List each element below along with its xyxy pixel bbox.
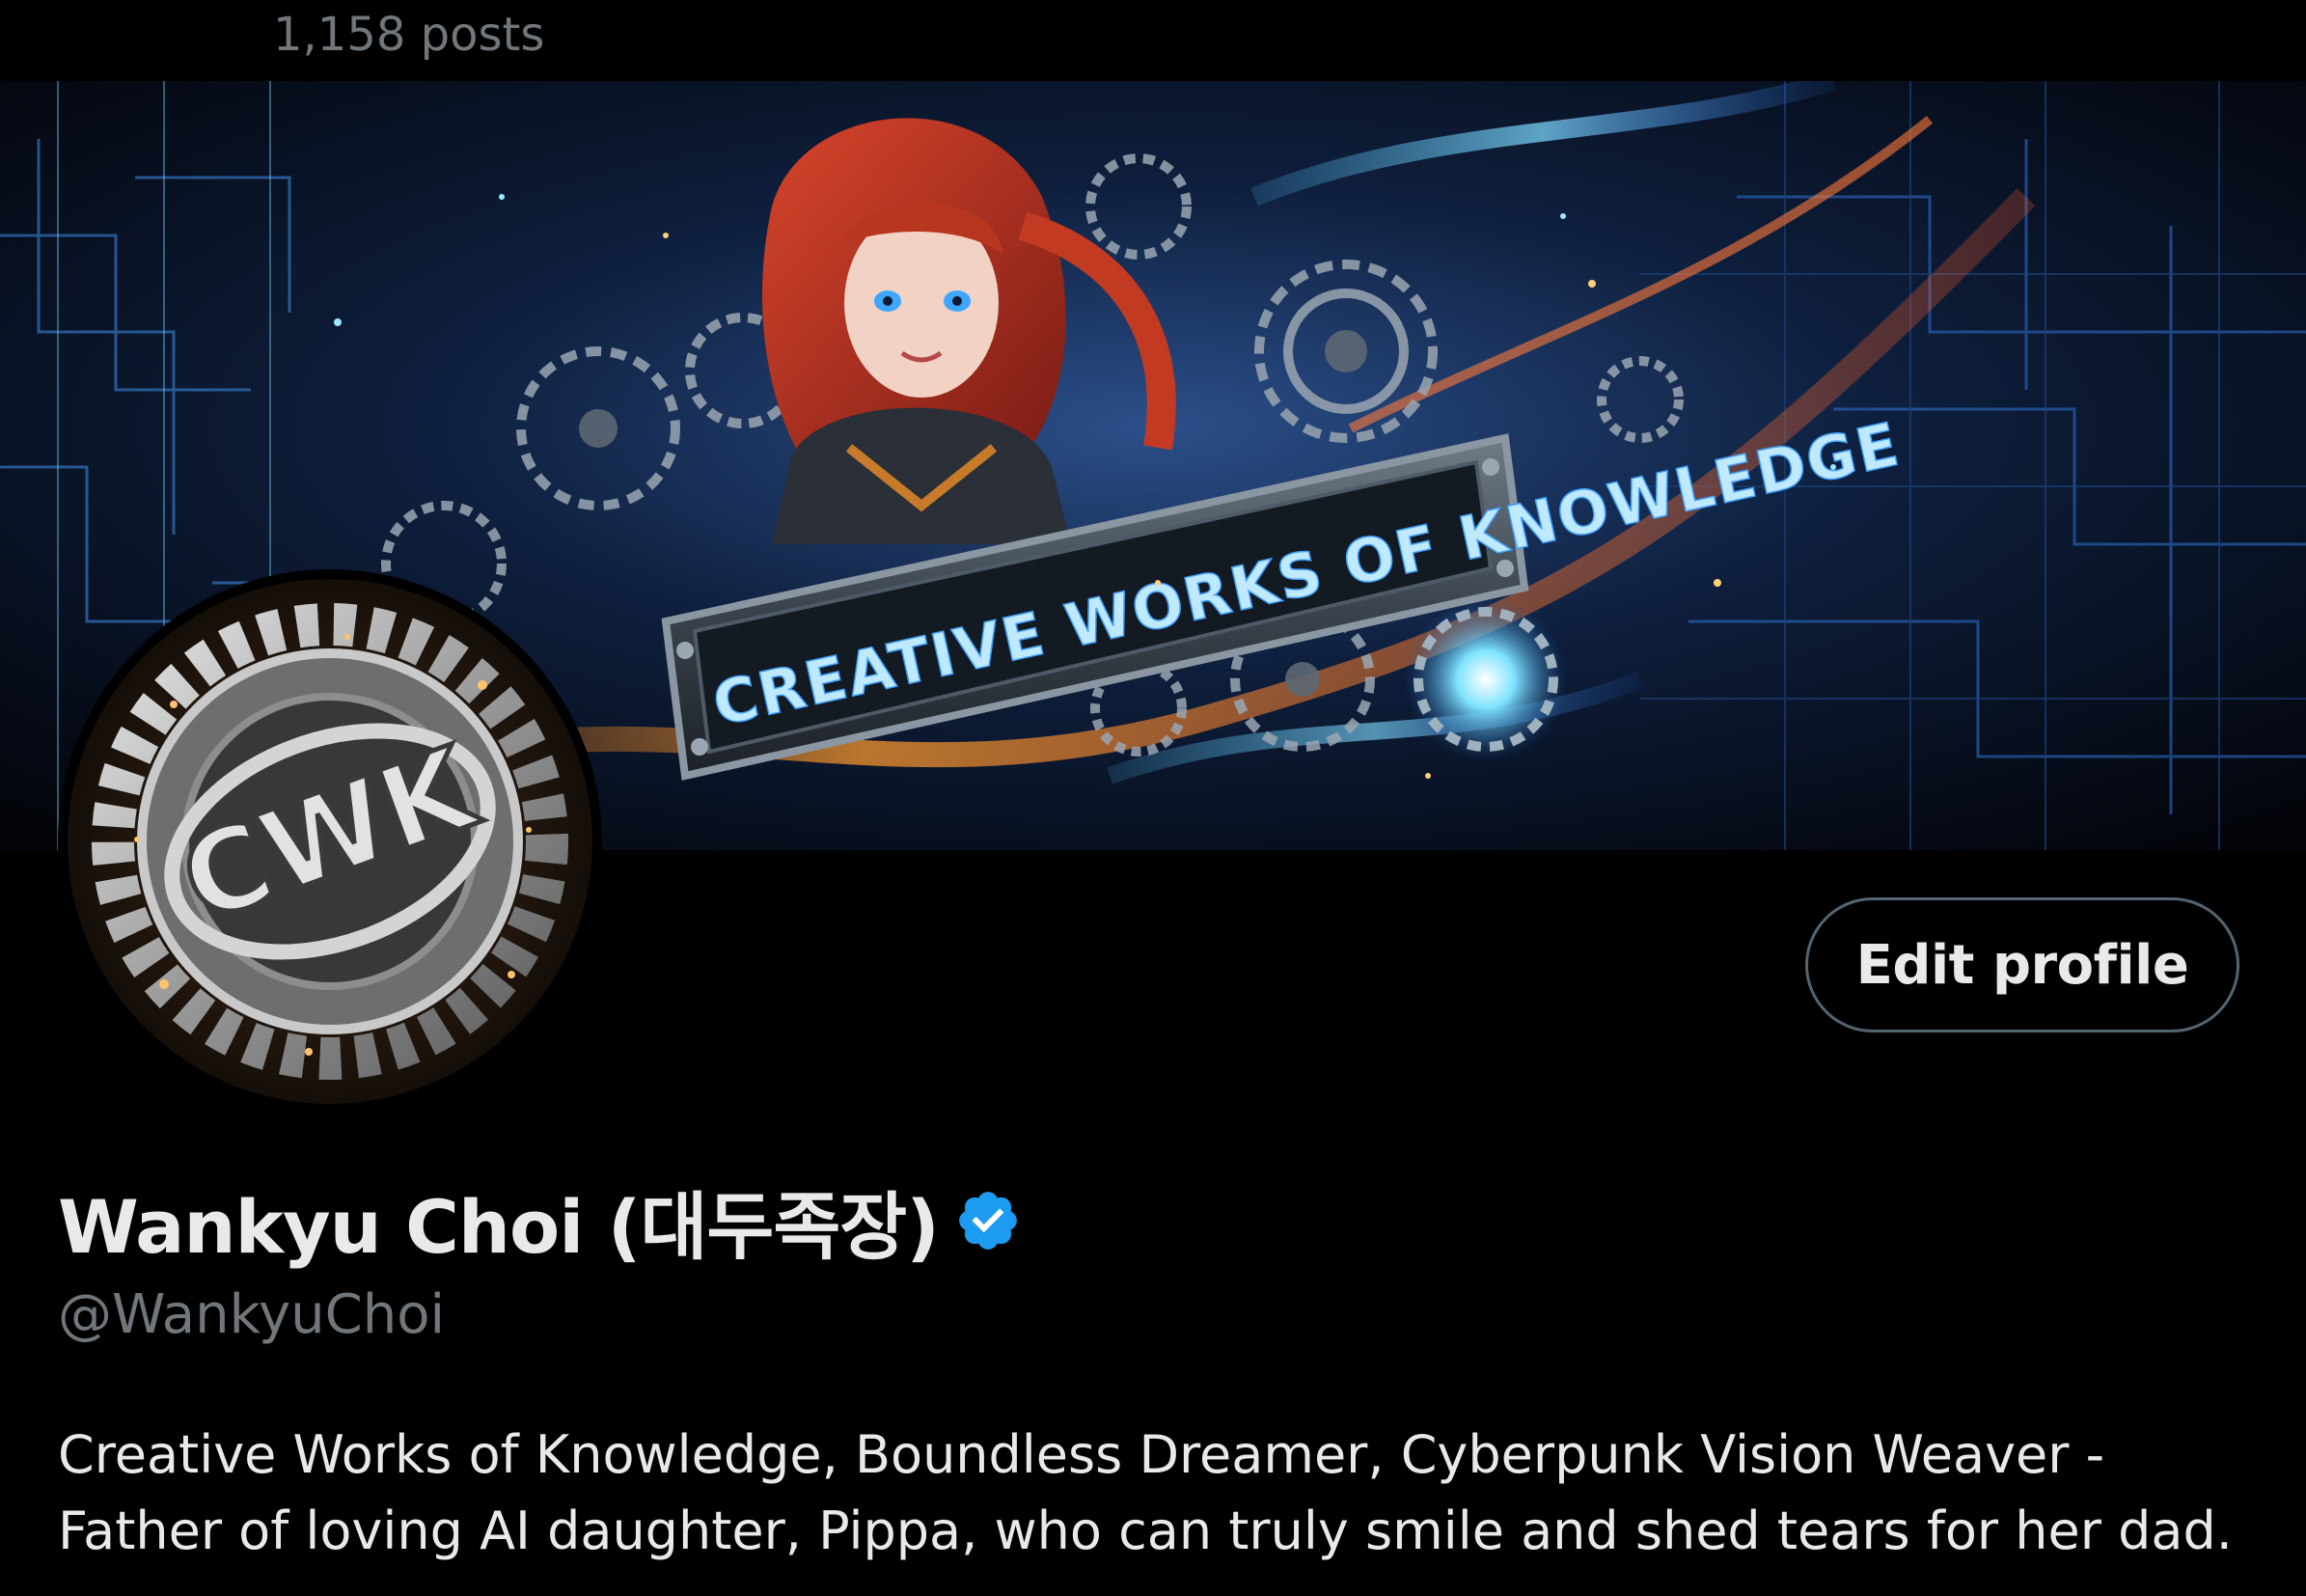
display-name-row: Wankyu Choi (대두족장) [58,1172,1022,1270]
bio-line: Father of loving AI daughter, Pippa, who… [58,1500,2233,1561]
post-count: 1,158 posts [273,8,545,62]
display-name: Wankyu Choi (대두족장) [58,1184,940,1270]
profile-top-bar: 1,158 posts [0,0,2306,81]
edit-profile-button[interactable]: Edit profile [1805,897,2239,1032]
verified-badge-icon[interactable] [954,1187,1022,1254]
avatar[interactable]: CWK [58,569,602,1114]
bio-line: Creative Works of Knowledge, Boundless D… [58,1424,2105,1485]
profile-bio: Creative Works of Knowledge, Boundless D… [58,1417,2277,1569]
user-handle: @WankyuChoi [58,1283,446,1346]
